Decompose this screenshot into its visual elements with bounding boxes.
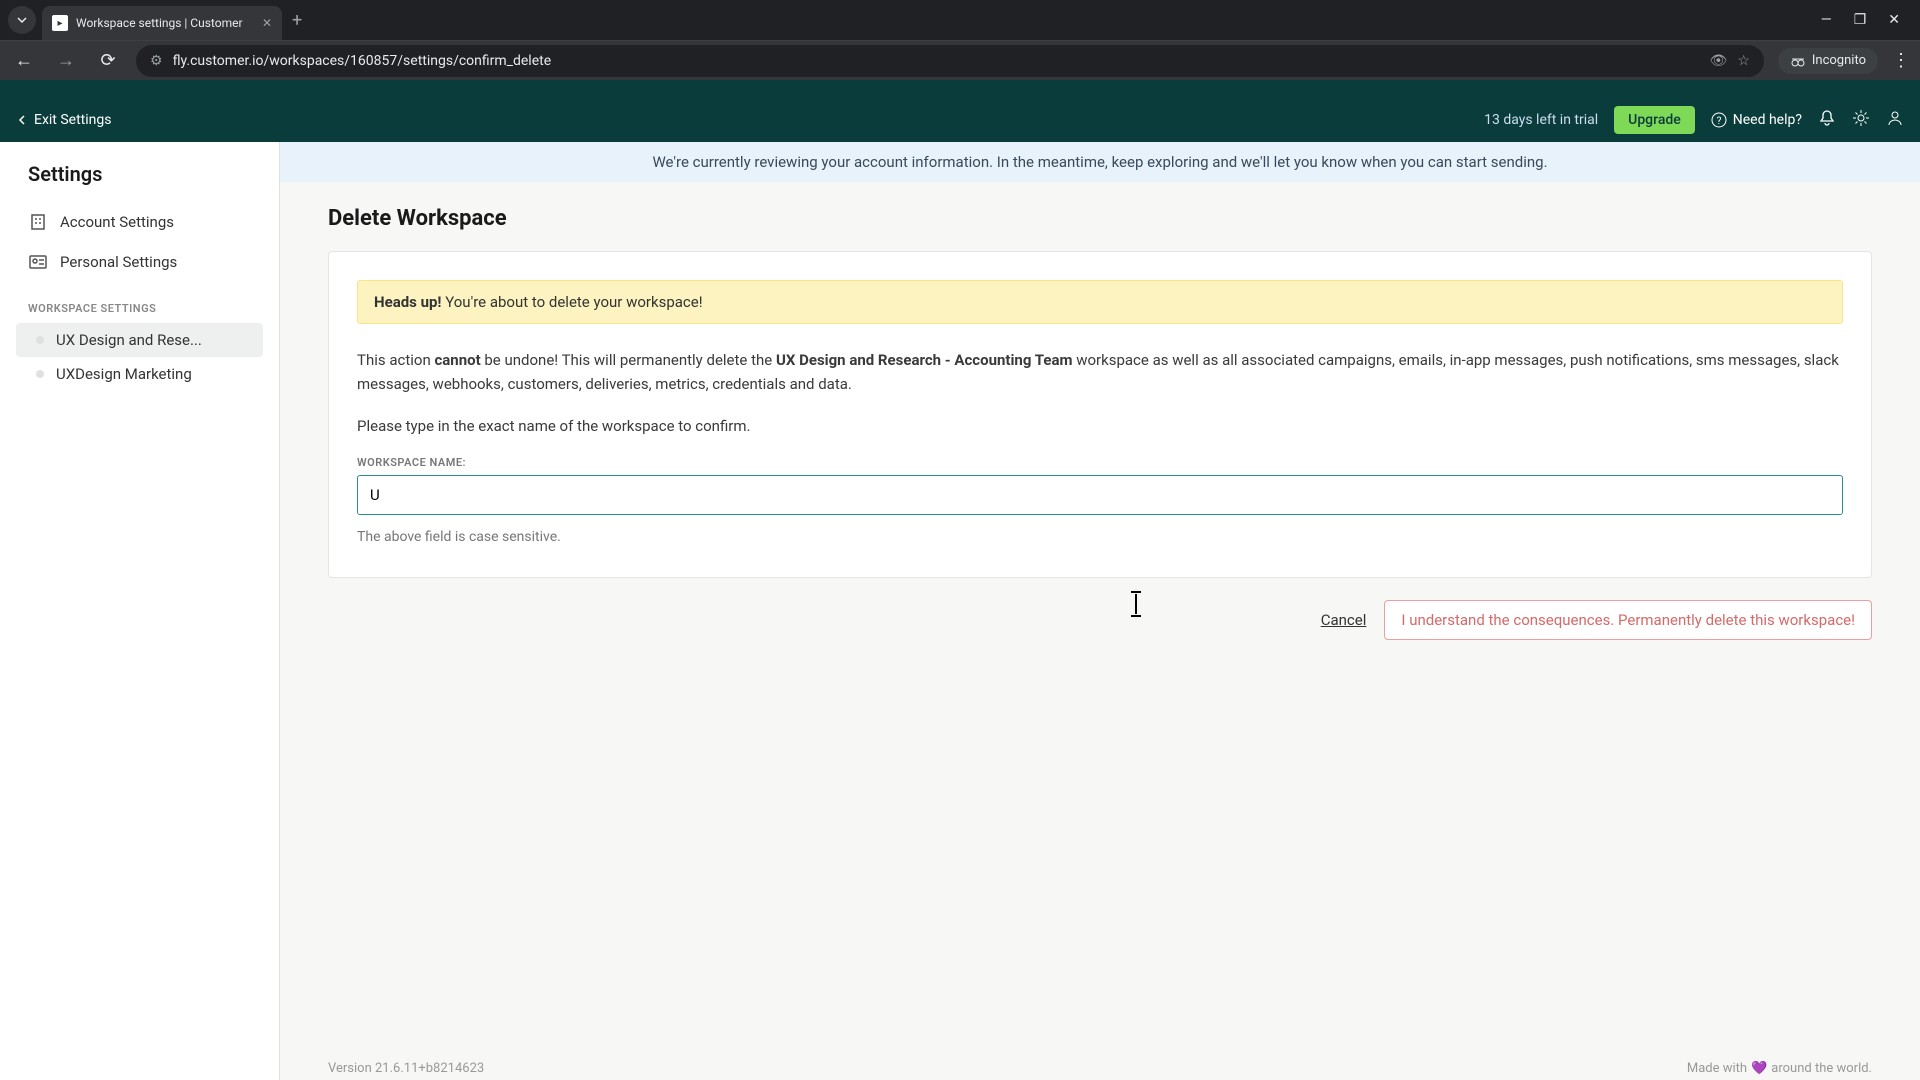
- help-link[interactable]: ? Need help?: [1711, 112, 1802, 128]
- url-field[interactable]: ⚙ fly.customer.io/workspaces/160857/sett…: [136, 45, 1764, 77]
- confirm-delete-button[interactable]: I understand the consequences. Permanent…: [1384, 600, 1872, 640]
- body-paragraph: Please type in the exact name of the wor…: [357, 414, 1843, 438]
- field-label: WORKSPACE NAME:: [357, 456, 1843, 469]
- page-title: Delete Workspace: [328, 206, 1872, 231]
- tab-title: Workspace settings | Customer: [76, 16, 254, 30]
- app-body: Settings Account Settings Personal Setti…: [0, 142, 1920, 1080]
- user-icon[interactable]: [1886, 109, 1904, 131]
- help-icon: ?: [1711, 112, 1727, 128]
- warning-text: You're about to delete your workspace!: [442, 293, 703, 311]
- app: Exit Settings 13 days left in trial Upgr…: [0, 80, 1920, 1080]
- building-icon: [28, 212, 48, 232]
- field-hint: The above field is case sensitive.: [357, 529, 1843, 545]
- tab-favicon: ▸: [52, 15, 68, 31]
- sidebar-item-label: Account Settings: [60, 213, 174, 231]
- browser-tab[interactable]: ▸ Workspace settings | Customer ✕: [42, 6, 282, 40]
- new-tab-button[interactable]: +: [292, 10, 302, 31]
- delete-card: Heads up! You're about to delete your wo…: [328, 251, 1872, 578]
- workspace-name-input[interactable]: [357, 475, 1843, 515]
- browser-menu-icon[interactable]: ⋮: [1892, 50, 1910, 71]
- chevron-left-icon: [16, 114, 28, 126]
- address-bar: ← → ⟳ ⚙ fly.customer.io/workspaces/16085…: [0, 40, 1920, 80]
- user-card-icon: [28, 252, 48, 272]
- footer-tagline: Made with 💜 around the world.: [1687, 1061, 1872, 1076]
- page-content: Delete Workspace Heads up! You're about …: [280, 182, 1920, 1080]
- tab-close-icon[interactable]: ✕: [262, 16, 272, 30]
- gear-icon[interactable]: [1852, 109, 1870, 131]
- heart-icon: 💜: [1751, 1061, 1767, 1076]
- tab-bar: ▸ Workspace settings | Customer ✕ + ― ❐ …: [0, 0, 1920, 40]
- sidebar: Settings Account Settings Personal Setti…: [0, 142, 280, 1080]
- minimize-icon[interactable]: ―: [1821, 12, 1832, 28]
- sidebar-workspace-label: UXDesign Marketing: [56, 365, 192, 383]
- sidebar-workspace-item[interactable]: UXDesign Marketing: [16, 357, 263, 391]
- incognito-icon: [1790, 53, 1806, 69]
- cancel-link[interactable]: Cancel: [1321, 611, 1367, 629]
- chevron-down-icon: [16, 14, 28, 26]
- bookmark-icon[interactable]: ☆: [1737, 53, 1750, 69]
- back-button[interactable]: ←: [10, 50, 38, 71]
- exit-settings-link[interactable]: Exit Settings: [16, 112, 111, 128]
- footer: Version 21.6.11+b8214623 Made with 💜 aro…: [280, 1053, 1920, 1080]
- tab-search-dropdown[interactable]: [8, 6, 36, 34]
- close-window-icon[interactable]: ✕: [1888, 12, 1900, 28]
- sidebar-workspace-label: UX Design and Rese...: [56, 331, 202, 349]
- maximize-icon[interactable]: ❐: [1854, 12, 1867, 28]
- sidebar-item-personal-settings[interactable]: Personal Settings: [0, 242, 279, 282]
- version-text: Version 21.6.11+b8214623: [328, 1061, 484, 1076]
- sidebar-item-account-settings[interactable]: Account Settings: [0, 202, 279, 242]
- sidebar-item-label: Personal Settings: [60, 253, 177, 271]
- bell-icon[interactable]: [1818, 109, 1836, 131]
- sidebar-section-label: WORKSPACE SETTINGS: [0, 282, 279, 323]
- warning-banner: Heads up! You're about to delete your wo…: [357, 280, 1843, 324]
- trial-text: 13 days left in trial: [1484, 112, 1598, 128]
- incognito-badge[interactable]: Incognito: [1778, 48, 1878, 74]
- sidebar-workspace-item[interactable]: UX Design and Rese...: [16, 323, 263, 357]
- site-info-icon[interactable]: ⚙: [150, 53, 163, 69]
- main: We're currently reviewing your account i…: [280, 142, 1920, 1080]
- svg-text:?: ?: [1716, 116, 1721, 127]
- eye-off-icon[interactable]: 👁: [1710, 53, 1728, 69]
- sidebar-title: Settings: [0, 162, 279, 202]
- action-row: Cancel I understand the consequences. Pe…: [328, 600, 1872, 640]
- window-controls: ― ❐ ✕: [1821, 12, 1912, 28]
- browser-chrome: ▸ Workspace settings | Customer ✕ + ― ❐ …: [0, 0, 1920, 80]
- app-header: Exit Settings 13 days left in trial Upgr…: [0, 98, 1920, 142]
- upgrade-button[interactable]: Upgrade: [1614, 106, 1695, 134]
- info-banner: We're currently reviewing your account i…: [280, 142, 1920, 182]
- warning-strong: Heads up!: [374, 293, 442, 311]
- forward-button[interactable]: →: [52, 50, 80, 71]
- body-paragraph: This action cannot be undone! This will …: [357, 348, 1843, 396]
- app-topbar-strip: [0, 80, 1920, 98]
- reload-button[interactable]: ⟳: [94, 50, 122, 71]
- url-text: fly.customer.io/workspaces/160857/settin…: [173, 53, 1700, 69]
